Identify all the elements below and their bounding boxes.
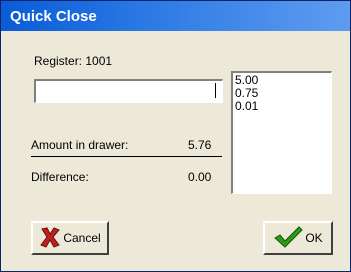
summary-separator	[31, 156, 222, 157]
ok-button[interactable]: OK	[263, 221, 333, 255]
green-checkmark-icon	[273, 225, 304, 252]
cancel-button-label: Cancel	[63, 231, 101, 245]
title-bar[interactable]: Quick Close	[1, 1, 350, 31]
register-label: Register: 1001	[34, 54, 113, 68]
entries-listbox[interactable]: 5.00 0.75 0.01	[231, 71, 332, 194]
difference-label: Difference:	[31, 170, 89, 184]
red-x-icon	[39, 226, 61, 251]
cancel-button[interactable]: Cancel	[31, 221, 109, 255]
quick-close-dialog: Quick Close Register: 1001 5.00 0.75 0.01 …	[0, 0, 351, 272]
difference-value: 0.00	[188, 170, 212, 184]
amount-input[interactable]	[34, 79, 223, 103]
ok-button-label: OK	[305, 231, 323, 245]
amount-in-drawer-value: 5.76	[188, 138, 212, 152]
list-item[interactable]: 0.01	[235, 100, 329, 113]
entries-list: 5.00 0.75 0.01	[235, 74, 329, 113]
text-caret	[215, 83, 216, 98]
window-title: Quick Close	[10, 8, 97, 25]
amount-in-drawer-label: Amount in drawer:	[31, 138, 129, 152]
